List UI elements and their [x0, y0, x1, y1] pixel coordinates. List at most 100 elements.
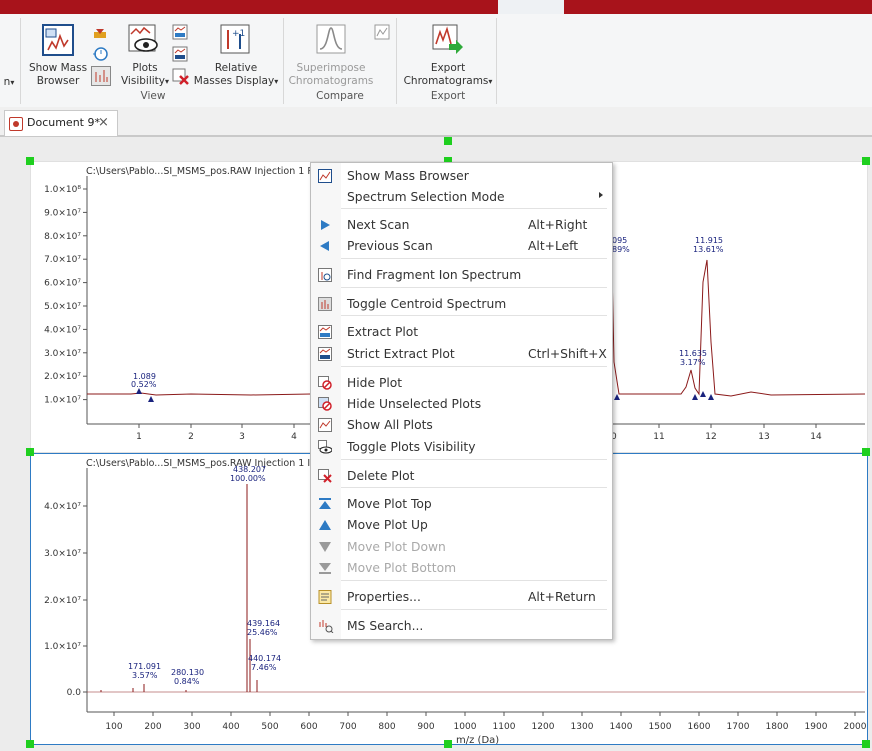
- move-bottom-icon: [318, 561, 332, 575]
- svg-text:+1: +1: [232, 29, 245, 39]
- menu-separator: [341, 315, 607, 316]
- x-tick-label: 300: [183, 722, 200, 732]
- menu-item-shortcut: Alt+Left: [528, 239, 579, 253]
- menu-item-extract-plot[interactable]: Extract Plot: [311, 322, 612, 343]
- menu-item-strict-extract-plot[interactable]: Strict Extract Plot Ctrl+Shift+X: [311, 344, 612, 365]
- menu-item-toggle-plots-visibility[interactable]: Toggle Plots Visibility: [311, 437, 612, 458]
- x-tick-label: 500: [261, 722, 278, 732]
- menu-item-next-scan[interactable]: Next Scan Alt+Right: [311, 215, 612, 236]
- mz-label: 439.164: [247, 619, 280, 628]
- x-tick-label: 800: [378, 722, 395, 732]
- plots-visibility-button[interactable]: Plots Visibility▾: [118, 62, 172, 88]
- menu-item-shortcut: Alt+Right: [528, 218, 588, 232]
- resize-handle[interactable]: [26, 157, 34, 165]
- menu-item-move-plot-up[interactable]: Move Plot Up: [311, 515, 612, 536]
- extract-plot-icon: [318, 325, 332, 339]
- menu-item-delete-plot[interactable]: Delete Plot: [311, 466, 612, 487]
- menu-item-show-mass-browser[interactable]: Show Mass Browser: [311, 166, 612, 187]
- menu-item-label: Move Plot Down: [347, 540, 446, 554]
- close-icon[interactable]: ×: [98, 111, 109, 135]
- menu-item-spectrum-selection-mode[interactable]: Spectrum Selection Mode: [311, 187, 612, 208]
- centroid-icon: [318, 297, 332, 311]
- x-tick-label: 1900: [805, 722, 828, 732]
- menu-separator: [341, 208, 607, 209]
- export-chromatograms-button[interactable]: Export Chromatograms▾: [402, 62, 494, 88]
- peak-label-pct: 89%: [612, 245, 630, 254]
- peak-marker: [614, 394, 620, 400]
- mz-label: 440.174: [248, 654, 281, 663]
- resize-handle[interactable]: [444, 137, 452, 145]
- menu-item-toggle-centroid-spectrum[interactable]: Toggle Centroid Spectrum: [311, 294, 612, 315]
- menu-item-label: Extract Plot: [347, 325, 419, 339]
- y-tick-label: 1.0×10⁷: [44, 642, 81, 652]
- y-tick-label: 6.0×10⁷: [44, 279, 81, 289]
- menu-item-label: Hide Unselected Plots: [347, 397, 482, 411]
- relative-masses-icon: +1: [220, 24, 250, 58]
- peak-marker: [700, 391, 706, 397]
- tab-document-9[interactable]: Document 9* ×: [4, 110, 118, 136]
- menu-item-hide-plot[interactable]: Hide Plot: [311, 373, 612, 394]
- menu-separator: [341, 487, 607, 488]
- y-tick-label: 7.0×10⁷: [44, 255, 81, 265]
- ribbon: n▾ Show Mass Browser Plots Visibility▾ +1 …: [0, 14, 872, 108]
- menu-separator: [341, 609, 607, 610]
- menu-item-hide-unselected-plots[interactable]: Hide Unselected Plots: [311, 394, 612, 415]
- menu-item-move-plot-down: Move Plot Down: [311, 537, 612, 558]
- x-tick-label: 13: [758, 432, 769, 442]
- compare-small-icon[interactable]: [374, 24, 390, 44]
- superimpose-icon: [316, 24, 348, 60]
- y-tick-label: 8.0×10⁷: [44, 232, 81, 242]
- move-down-icon: [318, 540, 332, 554]
- resize-handle[interactable]: [26, 448, 34, 456]
- x-tick-label: 1800: [766, 722, 789, 732]
- menu-item-find-fragment-ion-spectrum[interactable]: Find Fragment Ion Spectrum: [311, 265, 612, 286]
- document-tabstrip: Document 9* ×: [0, 107, 872, 137]
- delete-small-icon[interactable]: [172, 68, 190, 90]
- mz-label: 171.091: [128, 662, 161, 671]
- download-icon[interactable]: [92, 24, 108, 44]
- menu-item-previous-scan[interactable]: Previous Scan Alt+Left: [311, 236, 612, 257]
- y-tick-label: 3.0×10⁷: [44, 549, 81, 559]
- relative-masses-button[interactable]: Relative Masses Display▾: [192, 62, 280, 88]
- menu-item-label: Show Mass Browser: [347, 169, 469, 183]
- menu-separator: [341, 459, 607, 460]
- menu-item-move-plot-top[interactable]: Move Plot Top: [311, 494, 612, 515]
- resize-handle[interactable]: [862, 740, 870, 748]
- menu-item-properties[interactable]: Properties... Alt+Return: [311, 587, 612, 608]
- extract-small-icon[interactable]: [172, 24, 188, 44]
- bottom-plot-title: C:\Users\Pablo...SI_MSMS_pos.RAW Injecti…: [86, 458, 316, 469]
- menu-item-shortcut: Ctrl+Shift+X: [528, 347, 607, 361]
- mz-pct: 7.46%: [251, 663, 277, 672]
- delete-plot-icon: [318, 469, 332, 483]
- resize-handle[interactable]: [862, 448, 870, 456]
- menu-item-label: Move Plot Up: [347, 518, 428, 532]
- menu-item-ms-search[interactable]: MS Search...: [311, 616, 612, 637]
- x-tick-label: 900: [417, 722, 434, 732]
- peak-label-pct: 0.52%: [131, 380, 157, 389]
- export-chromatograms-icon: [432, 24, 464, 60]
- y-tick-label: 0.0: [67, 688, 82, 698]
- ribbon-cut-button[interactable]: n▾: [0, 76, 18, 89]
- compare-group-label: Compare: [316, 90, 364, 102]
- timer-icon[interactable]: [92, 46, 108, 66]
- resize-handle[interactable]: [26, 740, 34, 748]
- y-tick-label: 1.0×10⁷: [44, 396, 81, 406]
- centroid-ribbon-icon[interactable]: [91, 66, 111, 90]
- resize-handle[interactable]: [444, 740, 452, 748]
- menu-item-show-all-plots[interactable]: Show All Plots: [311, 415, 612, 436]
- peak-label-rt: 11.635: [679, 349, 707, 358]
- peak-marker: [692, 394, 698, 400]
- mz-label: 438.207: [233, 465, 266, 474]
- show-mass-browser-button[interactable]: Show Mass Browser: [27, 62, 89, 88]
- menu-item-label: Spectrum Selection Mode: [347, 190, 505, 204]
- tab-label: Document 9*: [27, 116, 100, 129]
- strict-extract-small-icon[interactable]: [172, 46, 188, 66]
- x-tick-label: 1500: [649, 722, 672, 732]
- superimpose-button[interactable]: Superimpose Chromatograms: [287, 62, 375, 88]
- x-tick-label: 1: [136, 432, 142, 442]
- x-tick-label: 2000: [844, 722, 867, 732]
- previous-scan-icon: [318, 239, 332, 253]
- resize-handle[interactable]: [862, 157, 870, 165]
- menu-item-label: Previous Scan: [347, 239, 433, 253]
- y-tick-label: 3.0×10⁷: [44, 349, 81, 359]
